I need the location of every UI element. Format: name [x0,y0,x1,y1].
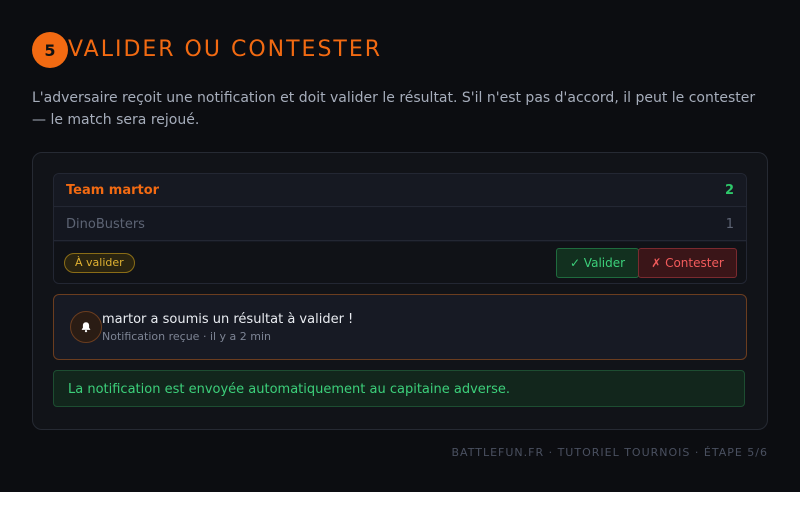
team-score: 1 [725,216,734,232]
contest-button[interactable]: ✗ Contester [638,248,737,278]
notification-card[interactable]: martor a soumis un résultat à valider ! … [53,294,747,360]
status-badge: À valider [64,253,135,273]
demo-panel: Team martor 2 DinoBusters 1 À valider ✓ … [32,152,768,430]
bell-icon [70,311,102,343]
team-row-loser: DinoBusters 1 [54,208,746,241]
footer-credit: BATTLEFUN.FR · TUTORIEL TOURNOIS · ÉTAPE… [451,446,768,459]
team-name: Team martor [66,182,160,198]
step-title: VALIDER OU CONTESTER [68,37,383,62]
step-description: L'adversaire reçoit une notification et … [32,90,756,128]
notification-title: martor a soumis un résultat à valider ! [102,312,354,327]
info-note: La notification est envoyée automatiquem… [53,370,745,407]
team-score: 2 [724,182,734,198]
team-row-winner: Team martor 2 [54,174,746,207]
match-actions-bar: À valider ✓ Valider ✗ Contester [54,242,746,283]
notification-meta: Notification reçue · il y a 2 min [102,330,272,343]
step-number-badge: 5 [32,32,68,68]
match-card: Team martor 2 DinoBusters 1 À valider ✓ … [53,173,747,284]
tutorial-step-page: 5 VALIDER OU CONTESTER L'adversaire reço… [0,0,800,492]
validate-button[interactable]: ✓ Valider [556,248,639,278]
team-name: DinoBusters [66,216,145,232]
